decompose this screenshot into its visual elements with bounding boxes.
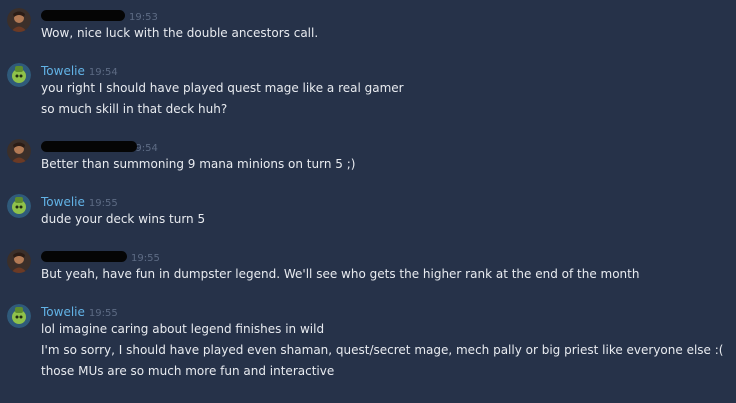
chat-log: 19:53 Wow, nice luck with the double anc… (0, 0, 736, 403)
towelie-portrait-icon[interactable] (7, 194, 31, 218)
hunter-portrait-icon[interactable] (7, 139, 31, 163)
message-time: 19:55 (88, 198, 118, 209)
message-header: 19:54 (41, 139, 158, 155)
towelie-portrait-icon[interactable] (7, 304, 31, 328)
message-text: But yeah, have fun in dumpster legend. W… (41, 267, 640, 281)
message-time: 19:53 (129, 12, 158, 23)
message-time: 19:54 (88, 67, 118, 78)
redacted-author-name (41, 251, 127, 262)
message-header: Towelie 19:54 (41, 63, 118, 79)
author-name[interactable]: Towelie (41, 195, 85, 209)
message-text: Better than summoning 9 mana minions on … (41, 157, 356, 171)
message-header: Towelie 19:55 (41, 194, 118, 210)
message-header: 19:53 (41, 8, 158, 24)
message-text: I'm so sorry, I should have played even … (41, 343, 724, 357)
message-text: Wow, nice luck with the double ancestors… (41, 26, 319, 40)
message-text: you right I should have played quest mag… (41, 81, 404, 95)
author-name[interactable]: Towelie (41, 64, 85, 78)
redacted-author-name (41, 10, 125, 21)
hunter-portrait-icon[interactable] (7, 249, 31, 273)
message-text: so much skill in that deck huh? (41, 102, 228, 116)
redacted-author-name (41, 141, 137, 152)
message-text: lol imagine caring about legend finishes… (41, 322, 325, 336)
hunter-portrait-icon[interactable] (7, 8, 31, 32)
author-name[interactable]: Towelie (41, 305, 85, 319)
message-header: 19:55 (41, 249, 160, 265)
message-time: 19:55 (88, 308, 118, 319)
towelie-portrait-icon[interactable] (7, 63, 31, 87)
message-text: those MUs are so much more fun and inter… (41, 364, 335, 378)
message-text: dude your deck wins turn 5 (41, 212, 206, 226)
message-header: Towelie 19:55 (41, 304, 118, 320)
message-time: 19:55 (131, 253, 160, 264)
